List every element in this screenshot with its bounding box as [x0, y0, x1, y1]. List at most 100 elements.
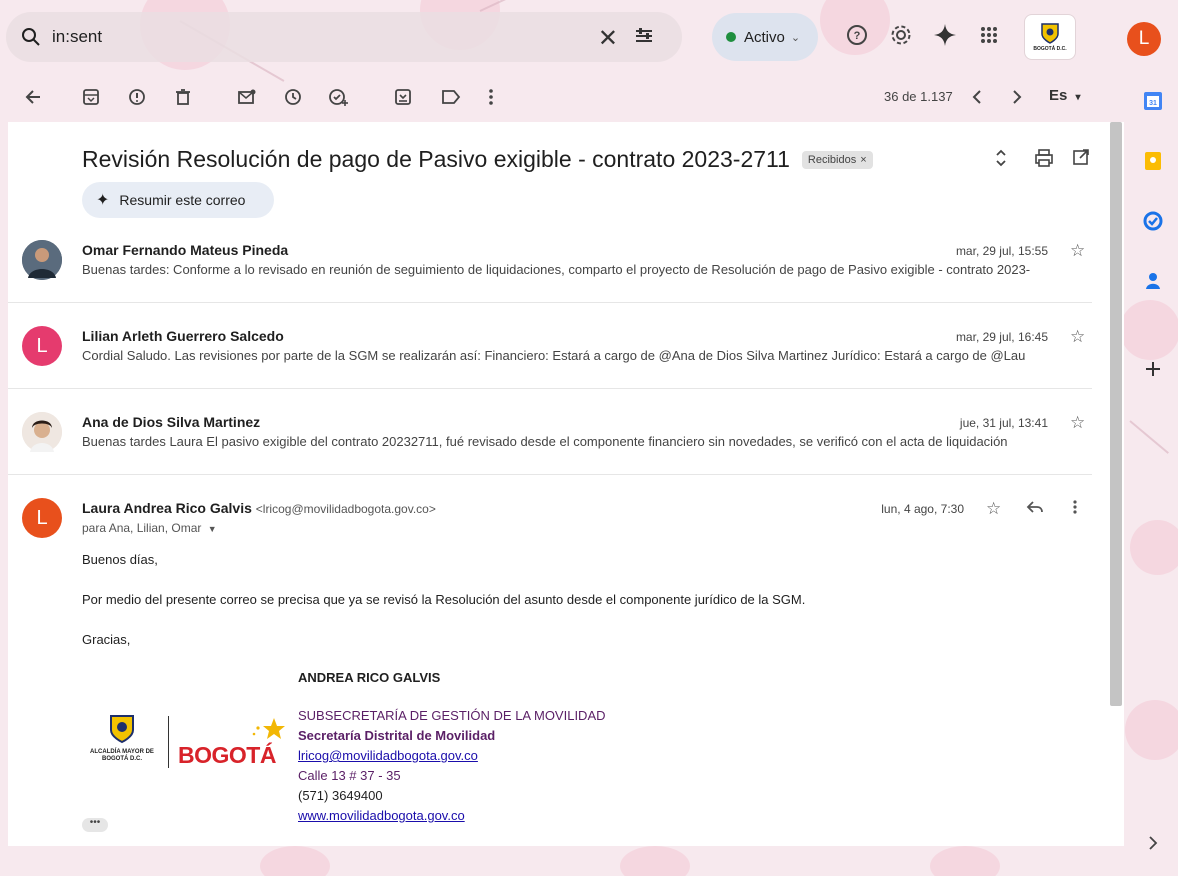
email-body: Por medio del presente correo se precisa…: [82, 592, 806, 607]
mark-unread-icon[interactable]: [236, 86, 258, 108]
signature-organization: Secretaría Distrital de Movilidad: [298, 728, 496, 743]
status-button[interactable]: Activo ⌄: [712, 13, 818, 61]
email-thread-panel: Revisión Resolución de pago de Pasivo ex…: [8, 122, 1124, 846]
message-divider: [8, 302, 1092, 303]
delete-trash-icon[interactable]: [172, 86, 194, 108]
message-snippet: Buenas tardes Laura El pasivo exigible d…: [82, 434, 1008, 449]
summarize-label: Resumir este correo: [119, 192, 246, 208]
add-to-tasks-icon[interactable]: [328, 86, 350, 108]
more-options-icon[interactable]: [480, 86, 502, 108]
email-closing: Gracias,: [82, 632, 131, 647]
signature-phone: (571) 3649400: [298, 788, 383, 803]
bogota-logo-text: BOGOTÁ: [178, 742, 276, 768]
account-avatar[interactable]: L: [1127, 22, 1161, 56]
label-tag-icon[interactable]: [440, 86, 462, 108]
expanded-message: L Laura Andrea Rico Galvis <lricog@movil…: [8, 494, 1104, 834]
sender-name: Lilian Arleth Guerrero Salcedo: [82, 328, 284, 344]
clear-search-icon[interactable]: ✕: [598, 24, 618, 53]
inbox-label-chip[interactable]: Recibidos ×: [801, 150, 873, 169]
logo-divider: [168, 716, 169, 768]
svg-text:31: 31: [1149, 100, 1157, 107]
show-trimmed-content-button[interactable]: •••: [82, 818, 108, 832]
report-spam-icon[interactable]: [126, 86, 148, 108]
recipients-toggle[interactable]: para Ana, Lilian, Omar ▼: [82, 521, 217, 535]
message-divider: [8, 474, 1092, 475]
collapsed-message[interactable]: Ana de Dios Silva Martinez Buenas tardes…: [8, 410, 1104, 476]
side-panel: 31: [1134, 72, 1178, 876]
label-chip-text: Recibidos: [807, 153, 857, 166]
search-options-icon[interactable]: [634, 26, 654, 51]
expand-side-panel-chevron-icon[interactable]: [1142, 832, 1164, 854]
organization-logo-text: BOGOTÁ D.C.: [1033, 46, 1067, 52]
language-label: Es: [1049, 87, 1068, 104]
signature-department: SUBSECRETARÍA DE GESTIÓN DE LA MOVILIDAD: [298, 708, 606, 723]
search-icon[interactable]: [20, 26, 42, 48]
pagination-count: 36 de 1.137: [884, 89, 953, 104]
caret-down-icon: ▾: [1075, 92, 1081, 103]
input-language-selector[interactable]: Es ▾: [1049, 87, 1081, 104]
message-snippet: Cordial Saludo. Las revisiones por parte…: [82, 348, 1026, 363]
sender-avatar: L: [22, 326, 62, 366]
star-icon[interactable]: ☆: [1070, 327, 1085, 347]
active-status-dot: [726, 32, 736, 42]
search-input[interactable]: in:sent: [52, 27, 682, 47]
calendar-icon[interactable]: 31: [1142, 90, 1164, 112]
gemini-spark-icon[interactable]: [932, 22, 958, 48]
star-icon[interactable]: ☆: [1070, 413, 1085, 433]
snooze-clock-icon[interactable]: [282, 86, 304, 108]
message-snippet: Buenas tardes: Conforme a lo revisado en…: [82, 262, 1031, 277]
message-date: jue, 31 jul, 13:41: [959, 416, 1048, 430]
recipients-list: para Ana, Lilian, Omar: [82, 521, 202, 535]
back-arrow-icon[interactable]: [22, 86, 44, 108]
contacts-icon[interactable]: [1142, 270, 1164, 292]
sender-avatar-photo: [22, 412, 62, 452]
open-in-new-window-icon[interactable]: [1072, 148, 1090, 171]
bogota-logo: BOGOTÁ: [178, 716, 288, 772]
tasks-icon[interactable]: [1142, 210, 1164, 232]
summarize-email-button[interactable]: ✦ Resumir este correo: [82, 182, 274, 218]
svg-text:?: ?: [854, 30, 861, 42]
help-icon[interactable]: ?: [844, 22, 870, 48]
keep-notes-icon[interactable]: [1142, 150, 1164, 172]
star-icon[interactable]: ☆: [986, 499, 1001, 519]
message-divider: [8, 388, 1092, 389]
search-bar[interactable]: in:sent ✕: [6, 12, 682, 62]
email-greeting: Buenos días,: [82, 552, 158, 567]
remove-label-icon[interactable]: ×: [860, 154, 866, 166]
alcaldia-logo-text: ALCALDÍA MAYOR DE BOGOTÁ D.C.: [90, 749, 154, 762]
sender-avatar: L: [22, 498, 62, 538]
message-date: lun, 4 ago, 7:30: [881, 502, 964, 516]
message-more-options-icon[interactable]: [1072, 499, 1078, 520]
signature-address: Calle 13 # 37 - 35: [298, 768, 401, 783]
archive-icon[interactable]: [80, 86, 102, 108]
print-icon[interactable]: [1034, 148, 1054, 173]
sender-name: Laura Andrea Rico Galvis: [82, 500, 252, 516]
top-bar: in:sent ✕ Activo ⌄ ? BOGOTÁ D.C. L: [0, 0, 1178, 72]
apps-grid-icon[interactable]: [976, 22, 1002, 48]
message-toolbar: 36 de 1.137 Es ▾: [0, 72, 1110, 122]
organization-logo[interactable]: BOGOTÁ D.C.: [1024, 14, 1076, 60]
sparkle-icon: ✦: [96, 192, 110, 209]
sender-email: <lricog@movilidadbogota.gov.co>: [255, 502, 436, 516]
signature-email-link[interactable]: lricog@movilidadbogota.gov.co: [298, 748, 478, 763]
sender-name: Ana de Dios Silva Martinez: [82, 414, 261, 430]
next-chevron-icon[interactable]: [1006, 86, 1028, 108]
scrollbar[interactable]: [1110, 122, 1122, 706]
star-icon[interactable]: ☆: [1070, 241, 1085, 261]
chevron-down-icon: ⌄: [790, 31, 801, 44]
signature-name: ANDREA RICO GALVIS: [298, 670, 441, 685]
reply-icon[interactable]: [1026, 499, 1044, 520]
collapsed-message[interactable]: Omar Fernando Mateus Pineda Buenas tarde…: [8, 238, 1104, 304]
collapsed-message[interactable]: L Lilian Arleth Guerrero Salcedo Cordial…: [8, 324, 1104, 390]
add-addon-plus-icon[interactable]: [1142, 358, 1164, 380]
status-label: Activo: [744, 28, 785, 46]
alcaldia-logo: ALCALDÍA MAYOR DE BOGOTÁ D.C.: [82, 714, 162, 774]
expand-collapse-icon[interactable]: [994, 148, 1008, 173]
thread-subject: Revisión Resolución de pago de Pasivo ex…: [82, 146, 790, 172]
signature-website-link[interactable]: www.movilidadbogota.gov.co: [298, 808, 465, 823]
sender-name: Omar Fernando Mateus Pineda: [82, 242, 289, 258]
move-to-icon[interactable]: [392, 86, 414, 108]
previous-chevron-icon[interactable]: [966, 86, 988, 108]
sender-avatar-photo: [22, 240, 62, 280]
settings-gear-icon[interactable]: [888, 22, 914, 48]
